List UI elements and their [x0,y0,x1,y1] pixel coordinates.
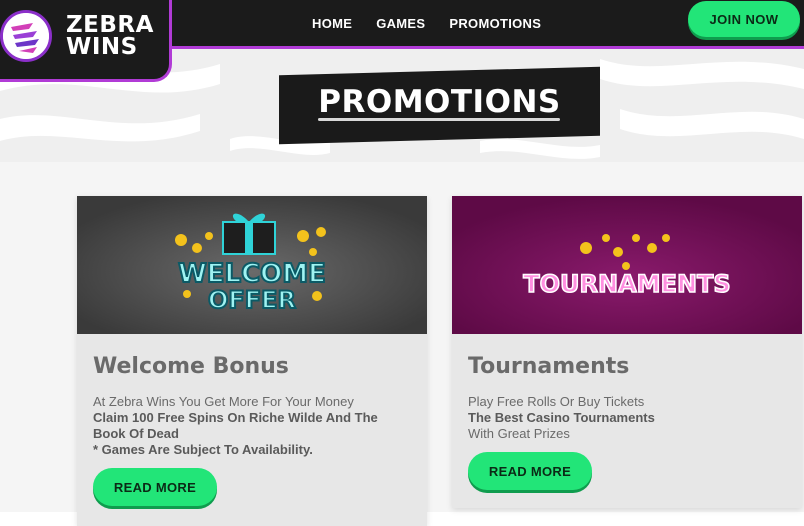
brand-line-2: WINS [66,34,138,60]
read-more-button[interactable]: READ MORE [468,452,592,490]
page-title: PROMOTIONS [318,84,561,120]
card-desc-note: * Games Are Subject To Availability. [93,442,313,457]
brand-line-1: ZEBRA [66,12,154,38]
zebra-logo-icon [0,10,52,62]
card-desc-line-2: With Great Prizes [468,426,570,441]
main-nav: HOME GAMES PROMOTIONS [312,0,541,46]
tournaments-banner[interactable]: TOURNAMENTS [452,196,802,334]
card-desc-highlight: The Best Casino Tournaments [468,410,655,425]
card-title: Tournaments [468,354,630,379]
welcome-offer-banner[interactable]: WELCOME OFFER [77,196,427,334]
title-underline [318,118,560,121]
card-description: Play Free Rolls Or Buy Tickets The Best … [468,394,788,442]
card-desc-line: Play Free Rolls Or Buy Tickets [468,394,645,409]
card-title: Welcome Bonus [93,354,289,379]
card-description: At Zebra Wins You Get More For Your Mone… [93,394,413,458]
read-more-button[interactable]: READ MORE [93,468,217,506]
svg-text:WELCOME: WELCOME [178,259,326,289]
promo-card-tournaments: TOURNAMENTS Tournaments Play Free Rolls … [452,196,802,508]
svg-text:OFFER: OFFER [208,286,296,314]
join-now-button[interactable]: JOIN NOW [688,1,800,37]
nav-home[interactable]: HOME [312,16,352,31]
card-desc-line: At Zebra Wins You Get More For Your Mone… [93,394,354,409]
brand-wordmark: ZEBRA WINS [66,12,154,60]
logo[interactable]: ZEBRA WINS [0,0,172,82]
card-desc-highlight: Claim 100 Free Spins On Riche Wilde And … [93,410,378,441]
nav-games[interactable]: GAMES [376,16,425,31]
promo-card-welcome: WELCOME OFFER Welcome Bonus At Zebra Win… [77,196,427,526]
nav-promotions[interactable]: PROMOTIONS [449,16,541,31]
svg-text:TOURNAMENTS: TOURNAMENTS [523,270,730,298]
